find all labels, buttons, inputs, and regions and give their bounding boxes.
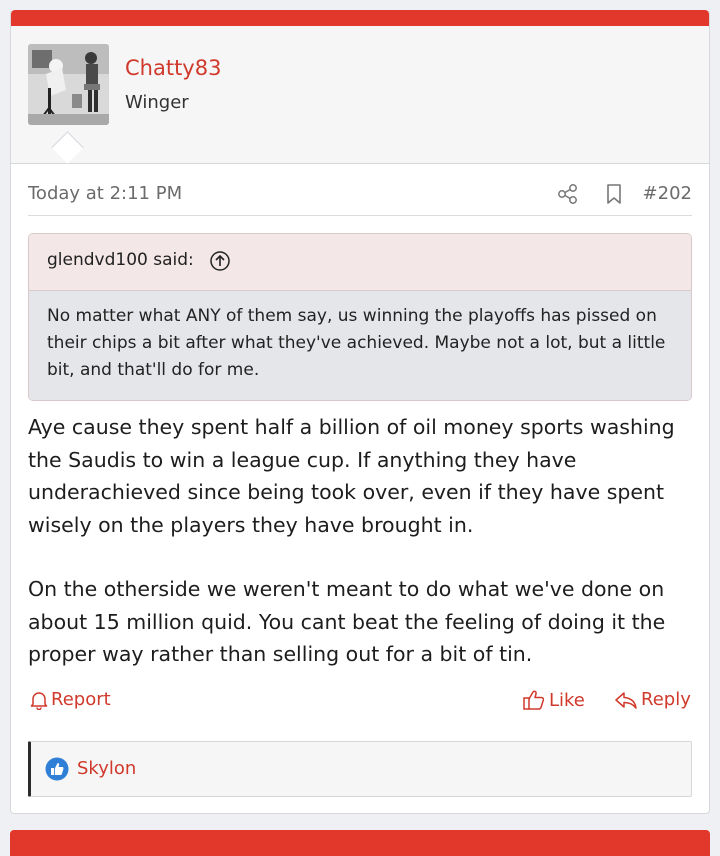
post-top-bar [11,10,709,26]
user-info: Chatty83 Winger [11,26,709,164]
reaction-user-link[interactable]: Skylon [77,758,136,779]
avatar[interactable] [28,44,109,125]
report-button[interactable]: Report [30,689,111,710]
post-message: Aye cause they spent half a billion of o… [28,411,698,671]
like-reaction-icon [45,757,69,781]
quote-header: glendvd100 said: [29,234,691,291]
quote-author[interactable]: glendvd100 said: [47,250,194,270]
like-label: Like [549,689,585,711]
next-post-top-bar [10,830,710,856]
reply-label: Reply [641,689,691,710]
post-date[interactable]: Today at 2:11 PM [28,183,182,204]
post-meta: Today at 2:11 PM #202 [28,171,692,216]
forum-post: Chatty83 Winger Today at 2:11 PM #202 gl… [10,10,710,814]
quote-block: glendvd100 said: No matter what ANY of t… [28,233,692,401]
share-icon[interactable] [557,183,579,205]
like-button[interactable]: Like [522,689,585,711]
user-title: Winger [125,92,189,113]
post-actions: Report Like Reply [28,689,692,719]
post-number[interactable]: #202 [643,183,692,204]
reactions-bar: Skylon [28,741,692,797]
message-paragraph: Aye cause they spent half a billion of o… [28,415,675,537]
avatar-photo [28,44,109,125]
bell-icon [30,691,48,710]
message-paragraph: On the otherside we weren't meant to do … [28,577,666,666]
quote-text: No matter what ANY of them say, us winni… [29,291,691,400]
report-label: Report [51,689,111,710]
username[interactable]: Chatty83 [125,56,221,80]
bookmark-icon[interactable] [603,183,625,205]
reply-button[interactable]: Reply [614,689,691,710]
arrow-up-circle-icon[interactable] [209,250,231,272]
thumbs-up-icon [523,690,545,710]
reply-arrow-icon [615,691,637,709]
